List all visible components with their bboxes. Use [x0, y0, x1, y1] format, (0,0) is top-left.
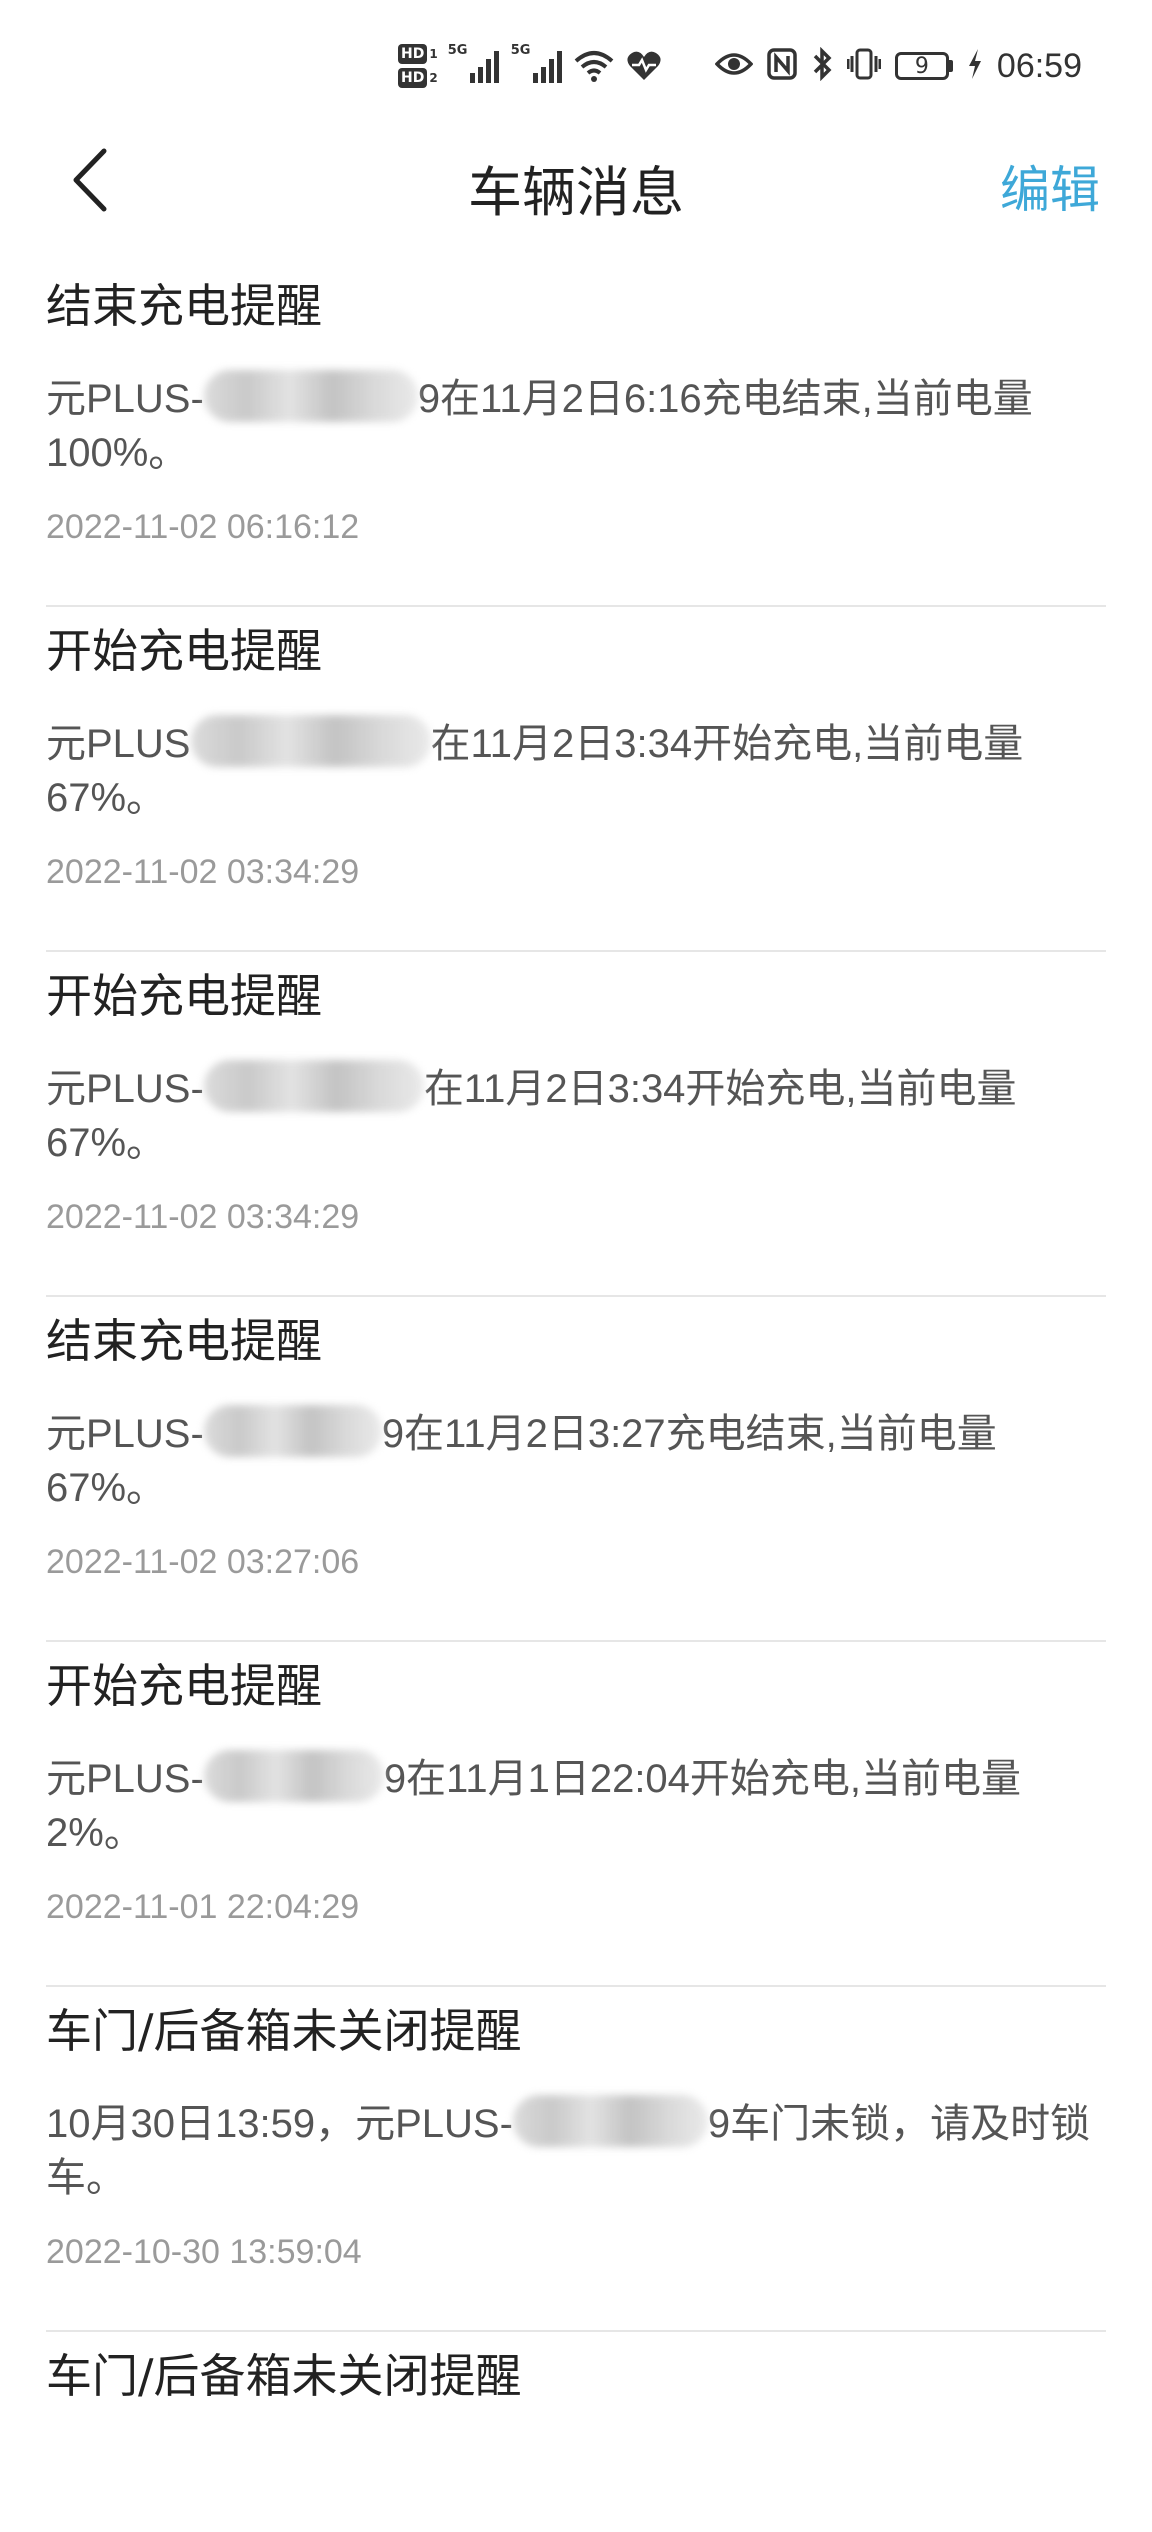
redacted-plate	[512, 2095, 708, 2147]
message-list: 结束充电提醒 元PLUS- 9在11月2日6:16充电结束,当前电量100%。 2…	[46, 262, 1106, 2532]
bluetooth-icon	[811, 46, 833, 85]
status-time: 06:59	[996, 46, 1082, 85]
message-time: 2022-11-01 22:04:29	[46, 1888, 360, 1926]
message-body: 元PLUS- 9在11月2日6:16充电结束,当前电量100%。	[46, 370, 1106, 480]
hd-indicator-2: HD 2	[398, 68, 438, 88]
message-title: 车门/后备箱未关闭提醒	[46, 2004, 522, 2058]
redacted-plate	[203, 1405, 382, 1457]
redacted-plate	[203, 370, 418, 422]
message-item[interactable]: 结束充电提醒 元PLUS- 9在11月2日6:16充电结束,当前电量100%。 2…	[46, 262, 1106, 607]
message-item[interactable]: 开始充电提醒 元PLUS- 9在11月1日22:04开始充电,当前电量2%。 20…	[46, 1642, 1106, 1987]
status-bar: HD 1 HD 2 5G 5G 9 06:59	[0, 0, 1152, 130]
message-item[interactable]: 结束充电提醒 元PLUS- 9在11月2日3:27充电结束,当前电量67%。 20…	[46, 1297, 1106, 1642]
app-header: 车辆消息 编辑	[0, 130, 1152, 230]
message-title: 结束充电提醒	[46, 1314, 322, 1368]
message-item[interactable]: 开始充电提醒 元PLUS- 在11月2日3:34开始充电,当前电量67%。 202…	[46, 952, 1106, 1297]
message-title: 开始充电提醒	[46, 1659, 322, 1713]
message-item[interactable]: 车门/后备箱未关闭提醒	[46, 2332, 1106, 2532]
message-title: 结束充电提醒	[46, 279, 322, 333]
message-body: 元PLUS- 9在11月1日22:04开始充电,当前电量2%。	[46, 1750, 1106, 1860]
charging-bolt-icon	[967, 48, 983, 84]
message-body: 元PLUS 在11月2日3:34开始充电,当前电量67%。	[46, 715, 1106, 825]
edit-button[interactable]: 编辑	[1000, 150, 1100, 222]
message-title: 开始充电提醒	[46, 969, 322, 1023]
message-item[interactable]: 开始充电提醒 元PLUS 在11月2日3:34开始充电,当前电量67%。 2022…	[46, 607, 1106, 952]
message-body: 元PLUS- 9在11月2日3:27充电结束,当前电量67%。	[46, 1405, 1106, 1515]
redacted-plate	[190, 715, 431, 767]
message-title: 开始充电提醒	[46, 624, 322, 678]
message-time: 2022-11-02 03:34:29	[46, 1198, 360, 1236]
message-time: 2022-10-30 13:59:04	[46, 2233, 362, 2271]
message-title: 车门/后备箱未关闭提醒	[46, 2349, 522, 2403]
message-time: 2022-11-02 06:16:12	[46, 508, 360, 546]
message-time: 2022-11-02 03:34:29	[46, 853, 360, 891]
vibrate-icon	[846, 48, 882, 84]
redacted-plate	[203, 1750, 384, 1802]
signal-1-icon: 5G	[448, 43, 499, 83]
message-body: 10月30日13:59，元PLUS- 9车门未锁，请及时锁车。	[46, 2095, 1106, 2205]
eye-comfort-icon	[714, 50, 754, 82]
status-bar-right: 9 06:59	[714, 40, 1082, 92]
hd-indicator-1: HD 1	[398, 44, 438, 64]
battery-icon: 9	[894, 52, 953, 80]
page-title: 车辆消息	[468, 161, 684, 224]
hd-indicators: HD 1 HD 2	[398, 44, 438, 88]
wifi-icon	[574, 49, 614, 83]
signal-2-icon: 5G	[511, 43, 562, 83]
message-item[interactable]: 车门/后备箱未关闭提醒 10月30日13:59，元PLUS- 9车门未锁，请及时锁…	[46, 1987, 1106, 2332]
redacted-plate	[203, 1060, 424, 1112]
message-body: 元PLUS- 在11月2日3:34开始充电,当前电量67%。	[46, 1060, 1106, 1170]
status-bar-left: HD 1 HD 2 5G 5G	[398, 38, 674, 94]
message-time: 2022-11-02 03:27:06	[46, 1543, 360, 1581]
health-heart-icon	[626, 50, 662, 82]
nfc-icon	[767, 48, 797, 84]
